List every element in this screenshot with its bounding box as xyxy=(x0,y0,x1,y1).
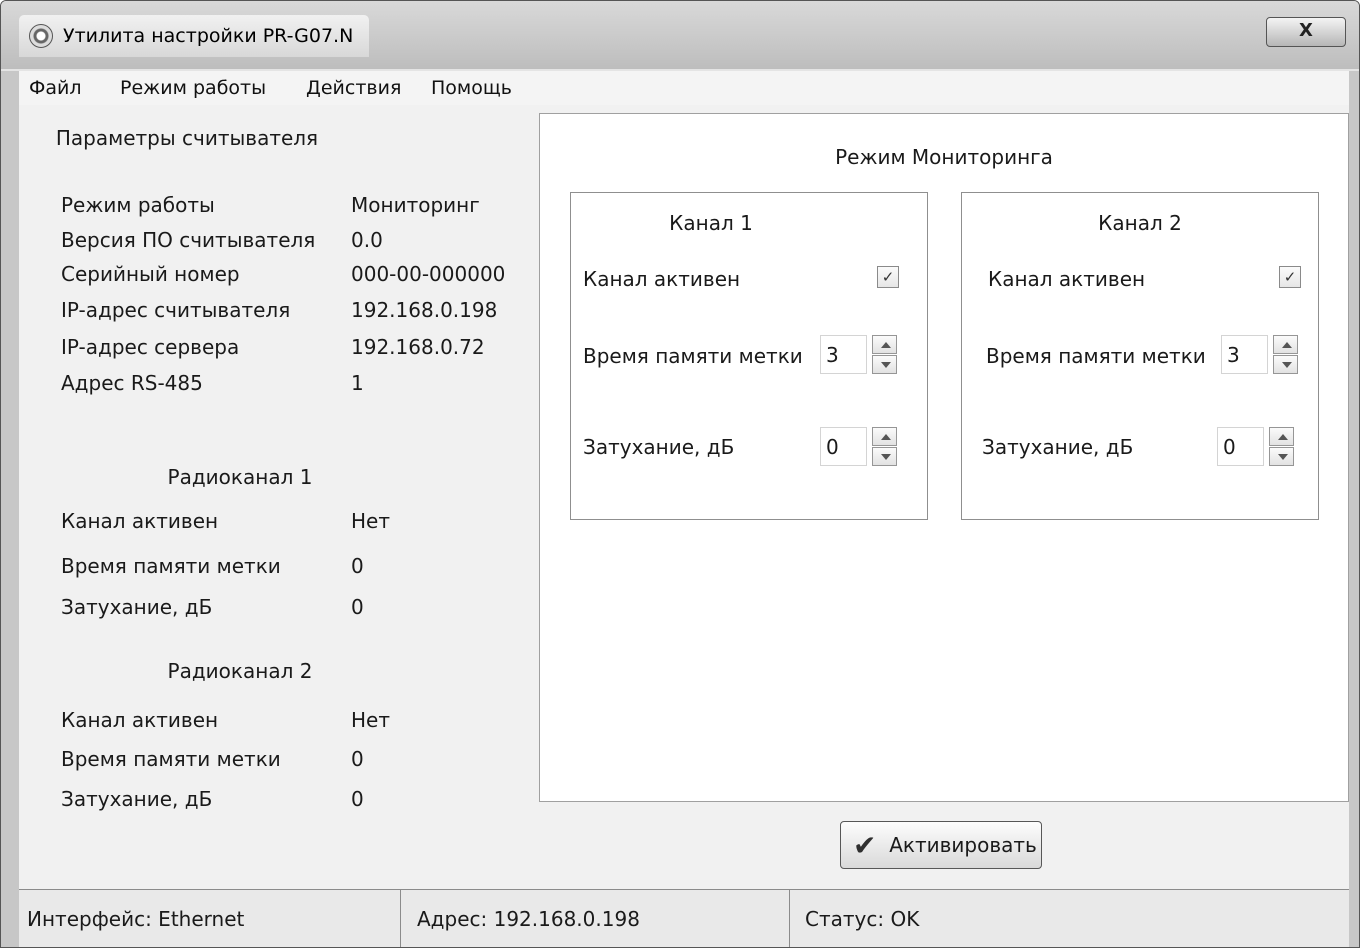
reader-label-server-ip: IP-адрес сервера xyxy=(61,335,240,359)
channel-1-memory-label: Время памяти метки xyxy=(583,344,803,368)
radio2-value-attenuation: 0 xyxy=(351,787,364,811)
radio2-value-active: Нет xyxy=(351,708,390,732)
menu-bar: Файл Режим работы Действия Помощь xyxy=(19,71,1349,106)
reader-parameters-panel: Параметры считывателя Режим работы Монит… xyxy=(19,105,535,889)
monitoring-box: Режим Мониторинга Канал 1 Канал активен … xyxy=(539,113,1349,802)
radio2-label-active: Канал активен xyxy=(61,708,219,732)
reader-label-serial: Серийный номер xyxy=(61,262,240,286)
channel-1-box: Канал 1 Канал активен ✓ Время памяти мет… xyxy=(570,192,928,520)
status-divider-1 xyxy=(400,890,401,947)
channel-1-active-checkbox[interactable]: ✓ xyxy=(877,266,899,288)
monitoring-title: Режим Мониторинга xyxy=(835,145,1053,169)
status-bar: Интерфейс: Ethernet Адрес: 192.168.0.198… xyxy=(19,889,1349,947)
menu-file[interactable]: Файл xyxy=(29,75,82,101)
channel-2-memory-up-button[interactable] xyxy=(1273,335,1298,354)
channel-2-active-label: Канал активен xyxy=(988,267,1146,291)
right-window-border xyxy=(1349,71,1359,947)
main-window: Утилита настройки PR-G07.N X Файл Режим … xyxy=(0,0,1360,948)
reader-value-mode: Мониторинг xyxy=(351,193,480,217)
status-address: Адрес: 192.168.0.198 xyxy=(417,907,640,931)
channel-2-attenuation-label: Затухание, дБ xyxy=(982,435,1134,459)
radio1-value-attenuation: 0 xyxy=(351,595,364,619)
channel-2-memory-value[interactable]: 3 xyxy=(1221,335,1268,374)
channel-2-memory-down-button[interactable] xyxy=(1273,355,1298,374)
radio-channel-2-title: Радиоканал 2 xyxy=(167,659,313,683)
status-state: Статус: OK xyxy=(805,907,920,931)
channel-1-attenuation-value[interactable]: 0 xyxy=(820,427,867,466)
channel-2-attenuation-spinbox[interactable]: 0 xyxy=(1217,427,1296,466)
radio-channel-1-title: Радиоканал 1 xyxy=(167,465,313,489)
monitoring-panel: Режим Мониторинга Канал 1 Канал активен … xyxy=(535,105,1349,889)
radio1-label-active: Канал активен xyxy=(61,509,219,533)
channel-1-title: Канал 1 xyxy=(669,211,753,235)
channel-1-attenuation-spinbox[interactable]: 0 xyxy=(820,427,899,466)
menu-mode[interactable]: Режим работы xyxy=(120,75,266,101)
reader-value-server-ip: 192.168.0.72 xyxy=(351,335,485,359)
channel-2-active-checkbox[interactable]: ✓ xyxy=(1279,266,1301,288)
reader-label-ip: IP-адрес считывателя xyxy=(61,298,291,322)
radio2-label-memory: Время памяти метки xyxy=(61,747,281,771)
reader-value-rs485: 1 xyxy=(351,371,364,395)
radio1-label-memory: Время памяти метки xyxy=(61,554,281,578)
radio2-label-attenuation: Затухание, дБ xyxy=(61,787,213,811)
reader-label-mode: Режим работы xyxy=(61,193,215,217)
channel-2-attenuation-down-button[interactable] xyxy=(1269,447,1294,466)
channel-2-title: Канал 2 xyxy=(1098,211,1182,235)
checkmark-icon: ✔ xyxy=(853,829,877,862)
window-title-tab: Утилита настройки PR-G07.N xyxy=(19,15,370,57)
radio2-value-memory: 0 xyxy=(351,747,364,771)
status-interface: Интерфейс: Ethernet xyxy=(27,907,245,931)
reader-parameters-title: Параметры считывателя xyxy=(55,126,319,150)
menu-actions[interactable]: Действия xyxy=(306,75,401,101)
activate-button[interactable]: ✔ Активировать xyxy=(840,821,1042,869)
channel-1-memory-spinbox[interactable]: 3 xyxy=(820,335,899,374)
reader-value-serial: 000-00-000000 xyxy=(351,262,506,286)
channel-1-attenuation-down-button[interactable] xyxy=(872,447,897,466)
channel-2-attenuation-up-button[interactable] xyxy=(1269,427,1294,446)
channel-2-attenuation-value[interactable]: 0 xyxy=(1217,427,1264,466)
channel-1-active-label: Канал активен xyxy=(583,267,741,291)
close-button[interactable]: X xyxy=(1266,17,1346,47)
channel-1-attenuation-label: Затухание, дБ xyxy=(583,435,735,459)
activate-button-label: Активировать xyxy=(889,833,1037,857)
channel-1-memory-value[interactable]: 3 xyxy=(820,335,867,374)
channel-2-memory-spinbox[interactable]: 3 xyxy=(1221,335,1300,374)
channel-1-attenuation-up-button[interactable] xyxy=(872,427,897,446)
channel-1-memory-up-button[interactable] xyxy=(872,335,897,354)
reader-label-rs485: Адрес RS-485 xyxy=(61,371,203,395)
title-bar: Утилита настройки PR-G07.N X xyxy=(1,1,1359,69)
reader-value-firmware: 0.0 xyxy=(351,228,383,252)
channel-1-memory-down-button[interactable] xyxy=(872,355,897,374)
radio1-label-attenuation: Затухание, дБ xyxy=(61,595,213,619)
channel-2-memory-label: Время памяти метки xyxy=(986,344,1206,368)
menu-help[interactable]: Помощь xyxy=(431,75,512,101)
channel-2-box: Канал 2 Канал активен ✓ Время памяти мет… xyxy=(961,192,1319,520)
reader-value-ip: 192.168.0.198 xyxy=(351,298,498,322)
window-title: Утилита настройки PR-G07.N xyxy=(63,25,354,47)
radio1-value-memory: 0 xyxy=(351,554,364,578)
app-icon xyxy=(29,24,53,48)
reader-label-firmware: Версия ПО считывателя xyxy=(61,228,316,252)
radio1-value-active: Нет xyxy=(351,509,390,533)
left-window-border xyxy=(1,71,19,947)
status-divider-2 xyxy=(789,890,790,947)
